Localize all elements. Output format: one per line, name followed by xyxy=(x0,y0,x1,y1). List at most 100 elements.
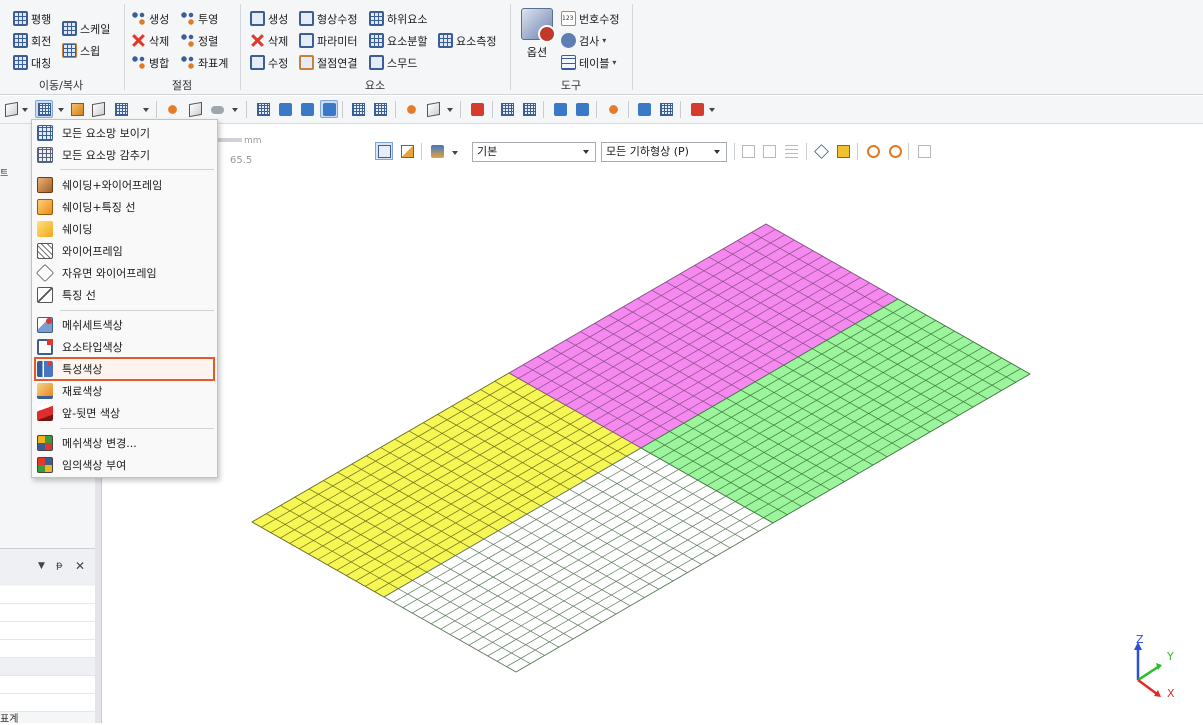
global-plane-button[interactable] xyxy=(320,100,338,118)
transparency-button[interactable] xyxy=(112,100,130,118)
fit-button[interactable] xyxy=(657,100,675,118)
element-delete-button[interactable]: 삭제 xyxy=(250,31,288,50)
sweep-button[interactable]: 스윕 xyxy=(62,41,100,60)
renumber-label: 번호수정 xyxy=(579,12,620,26)
work-plane-button[interactable] xyxy=(298,100,316,118)
menu-item-front-back-color[interactable]: 앞-뒷면 색상 xyxy=(34,402,215,423)
book-button[interactable] xyxy=(468,100,486,118)
menu-item-random-color[interactable]: 임의색상 부여 xyxy=(34,454,215,475)
element-number-button[interactable] xyxy=(573,100,591,118)
wire-cube-button[interactable] xyxy=(89,100,107,118)
menu-item-label: 와이어프레임 xyxy=(62,244,123,258)
pin-icon[interactable]: ᵽ xyxy=(56,560,63,571)
menu-item-shading-wireframe[interactable]: 쉐이딩+와이어프레임 xyxy=(34,174,215,195)
node-create-button[interactable]: 생성 xyxy=(131,9,169,28)
menu-item-element-type-color[interactable]: 요소타입색상 xyxy=(34,336,215,357)
node-project-button[interactable]: 투영 xyxy=(180,9,218,28)
menu-item-property-color[interactable]: 특성색상 xyxy=(34,357,215,381)
menu-item-shading-feature-line[interactable]: 쉐이딩+특징 선 xyxy=(34,196,215,217)
chevron-down-icon[interactable] xyxy=(232,108,238,112)
shape-modify-icon xyxy=(299,11,314,26)
chevron-down-icon[interactable] xyxy=(709,108,715,112)
snap-grid-button[interactable] xyxy=(371,100,389,118)
chevron-down-icon[interactable] xyxy=(22,108,28,112)
shape-modify-button[interactable]: 형상수정 xyxy=(299,9,357,28)
node-merge-button[interactable]: 병합 xyxy=(131,53,169,72)
rotate-button[interactable]: 회전 xyxy=(13,31,51,50)
menu-item-feature-line[interactable]: 특징 선 xyxy=(34,284,215,305)
node-delete-button[interactable]: 삭제 xyxy=(131,31,169,50)
chevron-down-icon[interactable] xyxy=(447,108,453,112)
group-label-node: 절점 xyxy=(171,79,193,92)
select-node-button[interactable] xyxy=(498,100,516,118)
menu-item-label: 쉐이딩+특징 선 xyxy=(62,200,136,214)
mesh-plate[interactable] xyxy=(102,124,1203,723)
select-element-button[interactable] xyxy=(520,100,538,118)
view-cube-button[interactable] xyxy=(2,100,20,118)
menu-item-show-all-mesh[interactable]: 모든 요소망 보이기 xyxy=(34,122,215,143)
toggle-tool-button[interactable] xyxy=(208,100,226,118)
menu-item-material-color[interactable]: 재료색상 xyxy=(34,380,215,401)
plane-button[interactable] xyxy=(276,100,294,118)
mesh-display-button[interactable] xyxy=(35,100,53,118)
model-viewport[interactable]: mm 65.5 기본 모든 기하형상 (P) Z Y X xyxy=(102,124,1203,723)
connect-button[interactable] xyxy=(635,100,653,118)
node-number-button[interactable] xyxy=(551,100,569,118)
menu-item-label: 모든 요소망 감추기 xyxy=(62,148,150,162)
table-button[interactable]: 테이블 ▾ xyxy=(561,53,616,72)
shaded-cube-button[interactable] xyxy=(68,100,86,118)
link-tool-button[interactable] xyxy=(186,100,204,118)
close-icon[interactable]: ✕ xyxy=(75,559,85,573)
query-button[interactable] xyxy=(604,100,622,118)
measure-button[interactable] xyxy=(688,100,706,118)
ribbon: 평행 회전 대칭 스케일 스윕 이동/복사 생성 삭제 병합 투영 정렬 좌표계 xyxy=(0,0,1203,95)
menu-item-shading[interactable]: 쉐이딩 xyxy=(34,218,215,239)
element-split-button[interactable]: 요소분할 xyxy=(369,31,427,50)
mesh-show-all-icon xyxy=(37,124,53,141)
group-label-element: 요소 xyxy=(364,79,386,92)
hash-button[interactable] xyxy=(402,100,420,118)
shading-icon xyxy=(37,220,53,237)
node-project-icon xyxy=(180,11,195,26)
node-align-button[interactable]: 정렬 xyxy=(180,31,218,50)
menu-item-hide-all-mesh[interactable]: 모든 요소망 감추기 xyxy=(34,144,215,165)
node-merge-icon xyxy=(131,55,146,70)
menu-item-free-face-wireframe[interactable]: 자유면 와이어프레임 xyxy=(34,262,215,283)
snap-button[interactable] xyxy=(349,100,367,118)
pane-options-icon[interactable]: ▼ xyxy=(38,561,45,571)
orange-tool-button[interactable] xyxy=(163,100,181,118)
grid-button[interactable] xyxy=(254,100,272,118)
smooth-button[interactable]: 스무드 xyxy=(369,53,417,72)
property-row xyxy=(0,604,95,622)
mesh-color-change-icon xyxy=(37,434,53,451)
coordinate-system-icon xyxy=(180,55,195,70)
mirror-button[interactable]: 대칭 xyxy=(13,53,51,72)
chevron-down-icon[interactable] xyxy=(143,108,149,112)
sub-element-button[interactable]: 하위요소 xyxy=(369,9,427,28)
element-create-button[interactable]: 생성 xyxy=(250,9,288,28)
node-connect-button[interactable]: 절점연결 xyxy=(299,53,357,72)
element-modify-button[interactable]: 수정 xyxy=(250,53,288,72)
menu-item-change-mesh-color[interactable]: 메쉬색상 변경... xyxy=(34,432,215,453)
sub-element-label: 하위요소 xyxy=(387,12,428,26)
menu-item-mesh-set-color[interactable]: 메쉬세트색상 xyxy=(34,314,215,335)
parameter-label: 파라미터 xyxy=(317,34,358,48)
menu-item-label: 재료색상 xyxy=(62,384,103,398)
toolbar-divider xyxy=(492,101,493,118)
scale-button[interactable]: 스케일 xyxy=(62,19,110,38)
coordinate-system-button[interactable]: 좌표계 xyxy=(180,53,228,72)
sweep-icon xyxy=(62,43,77,58)
menu-item-wireframe[interactable]: 와이어프레임 xyxy=(34,240,215,261)
move-button[interactable]: 평행 xyxy=(13,9,51,28)
front-back-color-icon xyxy=(37,404,53,421)
options-button[interactable]: 옵션 xyxy=(518,8,556,72)
check-button[interactable]: 검사 ▾ xyxy=(561,31,606,50)
shape-modify-label: 형상수정 xyxy=(317,12,358,26)
parameter-button[interactable]: 파라미터 xyxy=(299,31,357,50)
node-create-label: 생성 xyxy=(149,12,170,26)
chevron-down-icon[interactable] xyxy=(58,108,64,112)
toolbar-divider xyxy=(680,101,681,118)
display-cube-button[interactable] xyxy=(424,100,442,118)
element-measure-button[interactable]: 요소측정 xyxy=(438,31,496,50)
renumber-button[interactable]: 번호수정 xyxy=(561,9,619,28)
